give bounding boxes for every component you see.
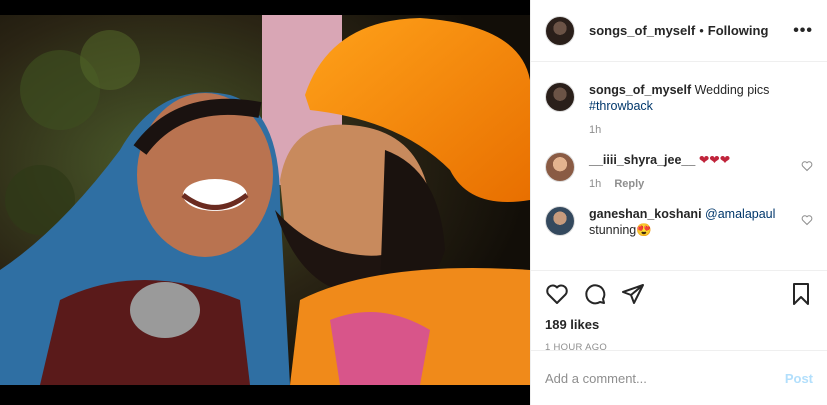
comment-time: 1h <box>589 178 602 190</box>
avatar[interactable] <box>545 206 575 236</box>
comment-text: stunning😍 <box>589 223 652 237</box>
post-header: songs_of_myself • Following ••• <box>531 0 827 62</box>
avatar[interactable] <box>545 152 575 182</box>
post-side-panel: songs_of_myself • Following ••• songs_of… <box>530 0 827 405</box>
reply-button[interactable]: Reply <box>614 178 644 190</box>
comment-like-heart-icon[interactable] <box>801 160 813 172</box>
caption-time: 1h <box>589 124 602 136</box>
comment-like-heart-icon[interactable] <box>801 214 813 226</box>
caption-row: songs_of_myself Wedding pics #throwback … <box>545 82 813 138</box>
comment-input[interactable] <box>545 370 785 386</box>
caption-text: Wedding pics <box>694 83 770 97</box>
separator-dot: • <box>699 23 704 38</box>
post-actions: 189 likes 1 HOUR AGO <box>531 270 827 353</box>
comment-row: ganeshan_koshani @amalapaul stunning😍 <box>545 206 813 238</box>
comments-list: songs_of_myself Wedding pics #throwback … <box>531 62 827 270</box>
following-button[interactable]: Following <box>708 23 769 38</box>
avatar[interactable] <box>545 15 575 46</box>
share-icon[interactable] <box>621 282 645 306</box>
bookmark-icon[interactable] <box>789 282 813 306</box>
post-button[interactable]: Post <box>785 371 813 386</box>
avatar[interactable] <box>545 82 575 112</box>
hashtag-link[interactable]: #throwback <box>589 99 653 113</box>
comment-username[interactable]: __iiii_shyra_jee__ <box>589 153 695 167</box>
comment-text: ❤❤❤ <box>698 153 731 167</box>
comment-username[interactable]: ganeshan_koshani <box>589 207 702 221</box>
comment-row: __iiii_shyra_jee__ ❤❤❤ 1h Reply <box>545 152 813 192</box>
likes-count[interactable]: 189 likes <box>545 317 813 332</box>
post-image[interactable] <box>0 0 530 405</box>
heart-icon[interactable] <box>545 282 569 306</box>
wedding-photo <box>0 0 530 405</box>
mention-link[interactable]: @amalapaul <box>705 207 775 221</box>
add-comment-bar: Post <box>531 350 827 405</box>
more-options-icon[interactable]: ••• <box>793 22 813 40</box>
comment-icon[interactable] <box>583 282 607 306</box>
header-username[interactable]: songs_of_myself <box>589 23 695 38</box>
caption-username[interactable]: songs_of_myself <box>589 83 691 97</box>
